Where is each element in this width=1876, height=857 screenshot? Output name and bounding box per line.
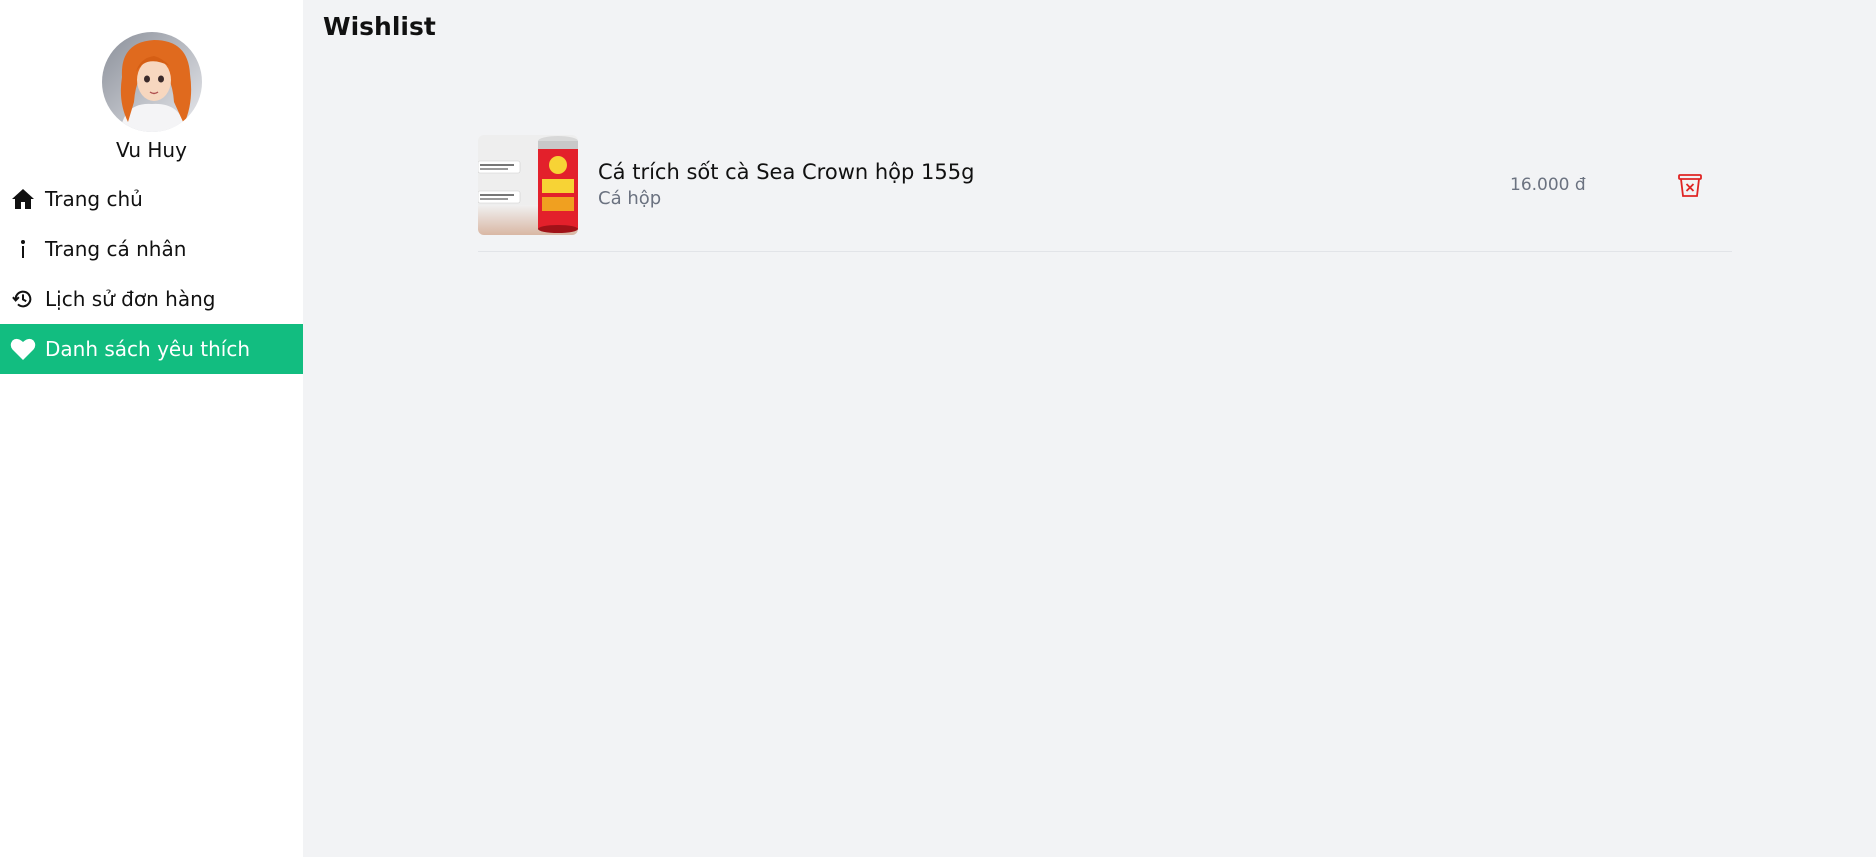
history-icon: [10, 286, 36, 312]
sidebar-item-label: Lịch sử đơn hàng: [45, 287, 216, 311]
info-icon: [10, 236, 36, 262]
remove-from-wishlist-button[interactable]: [1670, 165, 1710, 205]
page-title: Wishlist: [323, 12, 436, 41]
sidebar-item-order-history[interactable]: Lịch sử đơn hàng: [0, 274, 303, 324]
avatar[interactable]: [101, 32, 202, 132]
product-image[interactable]: [478, 134, 578, 235]
sidebar-item-profile[interactable]: Trang cá nhân: [0, 224, 303, 274]
sidebar-item-wishlist[interactable]: Danh sách yêu thích: [0, 324, 303, 374]
list-item: Cá trích sốt cà Sea Crown hộp 155g Cá hộ…: [478, 126, 1732, 252]
product-info: Cá trích sốt cà Sea Crown hộp 155g Cá hộ…: [598, 158, 1510, 212]
product-price: 16.000 đ: [1510, 174, 1586, 195]
home-icon: [10, 186, 36, 212]
product-category: Cá hộp: [598, 187, 662, 209]
trash-icon: [1678, 173, 1702, 197]
wishlist: Cá trích sốt cà Sea Crown hộp 155g Cá hộ…: [478, 126, 1732, 252]
product-name[interactable]: Cá trích sốt cà Sea Crown hộp 155g: [598, 158, 1510, 186]
sidebar: Vu Huy Trang chủ Trang cá nhân Lịch sử đ…: [0, 0, 303, 857]
heart-icon: [10, 336, 36, 362]
profile: Vu Huy: [0, 0, 303, 164]
sidebar-item-home[interactable]: Trang chủ: [0, 174, 303, 224]
sidebar-item-label: Trang cá nhân: [45, 237, 187, 261]
username: Vu Huy: [116, 138, 187, 162]
sidebar-nav: Trang chủ Trang cá nhân Lịch sử đơn hàng…: [0, 174, 303, 374]
main-content: Wishlist Cá trích sốt cà Sea Crown hộp 1…: [303, 0, 1876, 857]
sidebar-item-label: Trang chủ: [45, 187, 143, 211]
app-root: Vu Huy Trang chủ Trang cá nhân Lịch sử đ…: [0, 0, 1876, 857]
sidebar-item-label: Danh sách yêu thích: [45, 337, 250, 361]
